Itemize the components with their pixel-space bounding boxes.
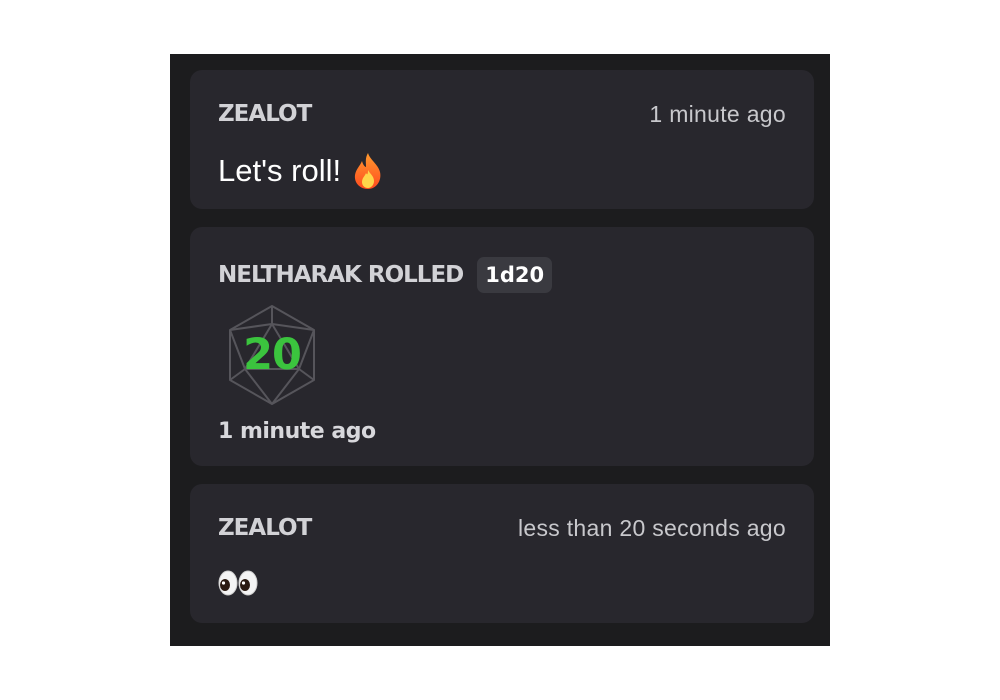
roll-author: NELTHARAK ROLLED	[218, 262, 464, 288]
roll-result: 20	[243, 330, 302, 380]
roll-message: NELTHARAK ROLLED 1d20 20 1 minute ago	[190, 227, 814, 466]
roll-timestamp: 1 minute ago	[218, 419, 376, 444]
message-text: Let's roll!	[218, 153, 342, 188]
chat-log: ZEALOT 1 minute ago Let's roll! NELTHARA…	[170, 54, 830, 646]
message-timestamp: less than 20 seconds ago	[517, 515, 786, 541]
message-author: ZEALOT	[218, 101, 312, 127]
message-timestamp: 1 minute ago	[649, 101, 786, 127]
chat-message: ZEALOT 1 minute ago Let's roll!	[190, 70, 814, 209]
eyes-icon	[218, 570, 258, 596]
dice-badge: 1d20	[477, 257, 553, 293]
message-author: ZEALOT	[218, 515, 312, 541]
d20-icon: 20	[222, 303, 322, 407]
chat-message: ZEALOT less than 20 seconds ago	[190, 484, 814, 623]
fire-icon	[351, 152, 385, 190]
message-text-row: Let's roll!	[218, 152, 385, 190]
roll-header: NELTHARAK ROLLED 1d20	[218, 257, 553, 293]
